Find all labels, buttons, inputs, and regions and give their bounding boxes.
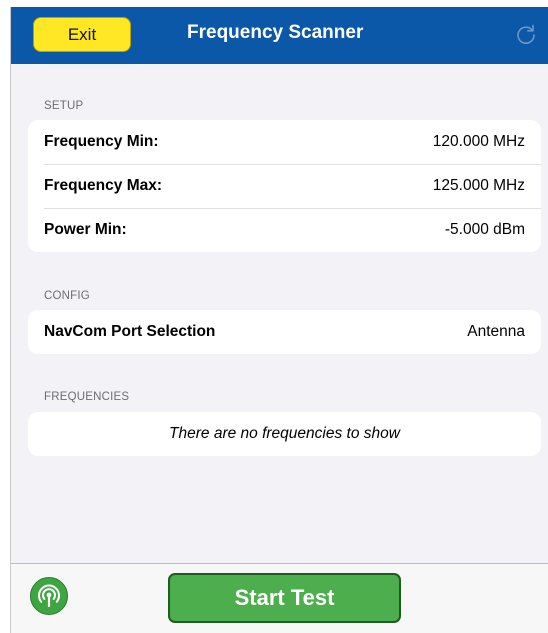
power-min-label: Power Min: [44, 221, 127, 238]
frequency-min-row[interactable]: Frequency Min: 120.000 MHz [28, 120, 541, 164]
frequency-max-label: Frequency Max: [44, 177, 163, 194]
app-frame: Exit Frequency Scanner SETUP Frequency M… [10, 7, 548, 633]
setup-section-header: SETUP [44, 100, 84, 112]
antenna-button[interactable] [30, 577, 68, 615]
frequencies-card: There are no frequencies to show [28, 412, 541, 456]
frequency-max-row[interactable]: Frequency Max: 125.000 MHz [28, 164, 541, 208]
setup-card: Frequency Min: 120.000 MHz Frequency Max… [28, 120, 541, 252]
bottom-toolbar: Start Test [11, 563, 548, 633]
power-min-row[interactable]: Power Min: -5.000 dBm [28, 208, 541, 252]
frequencies-section-header: FREQUENCIES [44, 391, 130, 403]
config-section-header: CONFIG [44, 290, 90, 302]
nav-bar: Exit Frequency Scanner [11, 7, 548, 64]
start-test-button[interactable]: Start Test [168, 573, 401, 623]
frequency-min-value: 120.000 MHz [432, 133, 525, 150]
navcom-port-selection-value: Antenna [467, 323, 525, 340]
frequency-min-label: Frequency Min: [44, 133, 159, 150]
config-card: NavCom Port Selection Antenna [28, 310, 541, 354]
navcom-port-selection-label: NavCom Port Selection [44, 323, 216, 340]
frequencies-empty-message: There are no frequencies to show [169, 425, 400, 442]
antenna-icon [38, 584, 60, 608]
frequencies-empty-row: There are no frequencies to show [28, 412, 541, 456]
power-min-value: -5.000 dBm [444, 221, 525, 238]
navcom-port-selection-row[interactable]: NavCom Port Selection Antenna [28, 310, 541, 354]
exit-button[interactable]: Exit [33, 17, 131, 52]
refresh-icon[interactable] [514, 22, 538, 46]
frequency-max-value: 125.000 MHz [432, 177, 525, 194]
page-title: Frequency Scanner [187, 22, 364, 43]
